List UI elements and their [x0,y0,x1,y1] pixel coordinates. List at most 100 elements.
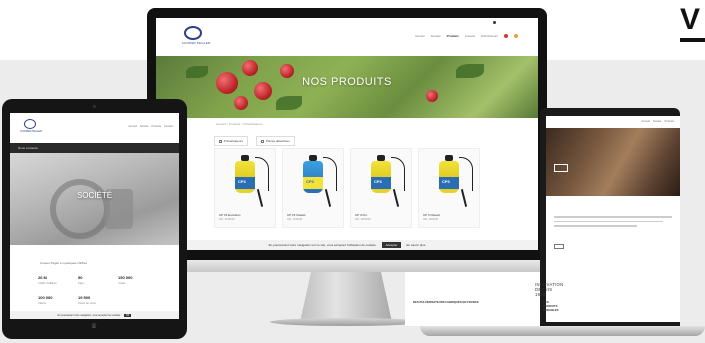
nav-item-contact[interactable]: Contact [164,125,173,128]
text-line [554,225,637,227]
product-name: CP 15 Evolution [219,213,241,217]
nav-item-contact[interactable]: Contact [465,34,475,38]
stat-item: 26 M Chiffre d'affaires [38,275,78,285]
leaf-shape [276,96,302,110]
laptop-screen: Accueil Société Produits [546,116,680,322]
desktop-hero-banner: NOS PRODUITS [156,56,538,118]
nav-item-accueil[interactable]: Accueil [129,125,137,128]
laptop-base [420,326,705,336]
hero-title: SOCIÉTÉ [76,191,113,200]
cookie-message: En poursuivant votre navigation sur ce s… [268,243,377,247]
nav-item-produits[interactable]: Produits [152,125,162,128]
stat-label: Points de vente [78,302,96,305]
stat-item: 19 500 Points de vente [78,295,118,305]
desktop-site-header: COOPER PEGLER Accueil Société Produits C… [156,18,538,56]
tablet-subbar: Nous contacter [10,143,179,153]
subbar-link[interactable]: Nous contacter [18,146,38,150]
laptop-hero-banner [546,128,680,196]
sprayer-wand-icon [256,189,263,207]
site-logo[interactable]: COOPER PEGLER [20,119,42,137]
filter-option[interactable]: Pièces détachées [256,136,295,146]
home-button-icon[interactable]: ♕ [88,323,100,331]
text-line [554,220,663,222]
stats-grid: 26 M Chiffre d'affaires 50 Pays 150 000 … [38,275,158,305]
product-card[interactable]: CP3 CP 15 Evolution Réf. 1015000 [214,148,276,228]
tablet-screen: COOPER PEGLER Accueil Société Produits C… [10,113,179,319]
stat-label: Pays [78,282,84,285]
product-name: CP 15 Classic [287,213,306,217]
corner-heading-underline [680,38,705,42]
sprayer-brand-label: CP3 [238,179,246,184]
stat-label: Clients [38,302,46,305]
stat-label: Unités [118,282,126,285]
cookie-accept-button[interactable]: Accepter [381,242,402,248]
camera-icon [493,21,496,24]
stat-number: 19 500 [78,295,91,300]
cookie-more-link[interactable]: En savoir plus [406,243,425,247]
cookie-banner: En poursuivant votre navigation, vous ac… [10,311,179,319]
stat-item: 100 000 Clients [38,295,78,305]
sprayer-wand-icon [324,189,331,207]
site-logo[interactable]: COOPER PEGLER [176,26,210,50]
laptop-main-nav: Accueil Société Produits [641,120,674,123]
nav-item-produits[interactable]: Produits [447,34,459,38]
nav-item-societe[interactable]: Société [140,125,149,128]
stat-number: 150 000 [118,275,133,280]
monitor-chin [147,260,547,272]
nav-item-produits[interactable]: Produits [664,120,674,123]
language-flag-icon[interactable] [504,34,508,38]
apple-shape [426,90,438,102]
stat-item: 150 000 Unités [118,275,158,285]
product-card[interactable]: CP3 CP 3 Pro Réf. 1003000 [350,148,412,228]
stat-label: Chiffre d'affaires [38,282,57,285]
product-card[interactable]: CP3 CP 15 Classic Réf. 1015001 [282,148,344,228]
checkbox-icon [219,139,222,143]
product-grid: CP3 CP 15 Evolution Réf. 1015000 CP3 CP … [214,148,484,228]
logo-mark-icon [184,26,202,40]
nav-item-societe[interactable]: Société [431,34,441,38]
tablet-hero-banner: SOCIÉTÉ [10,153,179,245]
desktop-monitor: COOPER PEGLER Accueil Société Produits C… [147,8,547,260]
cookie-banner: En poursuivant votre navigation sur ce s… [156,240,538,250]
corner-heading-letter: V [680,3,701,36]
breadcrumb[interactable]: Accueil > Produits > Pulvérisateurs [216,122,263,126]
cookie-accept-button[interactable]: OK [123,313,132,317]
laptop-bottom-section: INNOVATION DEPUIS 1900 DES PULVÉRISATEUR… [405,272,563,326]
laptop-body-text [554,216,672,230]
laptop-section-title: INNOVATION DEPUIS 1900 [535,282,564,297]
sprayer-hose-icon [459,157,473,191]
checkbox-icon [261,139,265,143]
filter-option[interactable]: Pulvérisateurs [214,136,249,146]
product-reference: Réf. 1003000 [355,218,371,221]
stat-number: 26 M [38,275,47,280]
laptop-more-button[interactable] [554,244,564,249]
stat-number: 100 000 [38,295,53,300]
nav-item-accueil[interactable]: Accueil [415,34,425,38]
product-filters: Pulvérisateurs Pièces détachées [214,136,295,146]
product-card[interactable]: CP3 CP 3 Classic Réf. 1003001 [418,148,480,228]
logo-text: COOPER PEGLER [20,130,42,133]
tablet: COOPER PEGLER Accueil Société Produits C… [2,99,187,339]
product-name: CP 3 Classic [423,213,441,217]
sprayer-wand-icon [460,189,467,207]
sprayer-brand-label: CP3 [306,179,314,184]
monitor-stand-foot [270,318,422,326]
nav-item-societe[interactable]: Société [653,120,662,123]
nav-item-distributeurs[interactable]: Distributeurs [481,34,498,38]
language-flag-icon[interactable] [514,34,518,38]
hero-play-box[interactable] [554,164,568,172]
nav-item-accueil[interactable]: Accueil [641,120,649,123]
product-reference: Réf. 1003001 [423,218,439,221]
logo-text: COOPER PEGLER [181,41,211,45]
sprayer-wand-icon [392,189,399,207]
desktop-screen: COOPER PEGLER Accueil Société Produits C… [156,18,538,250]
laptop-column-heading: DES PRODUITS DURABLES [543,300,559,312]
tablet-site-header: COOPER PEGLER Accueil Société Produits C… [10,113,179,143]
product-reference: Réf. 1015000 [219,218,235,221]
sprayer-hose-icon [323,157,337,191]
stat-item: 50 Pays [78,275,118,285]
sprayer-hose-icon [255,157,269,191]
sprayer-hose-icon [391,157,405,191]
apple-shape [234,96,248,110]
laptop-site-header: Accueil Société Produits [546,116,680,128]
